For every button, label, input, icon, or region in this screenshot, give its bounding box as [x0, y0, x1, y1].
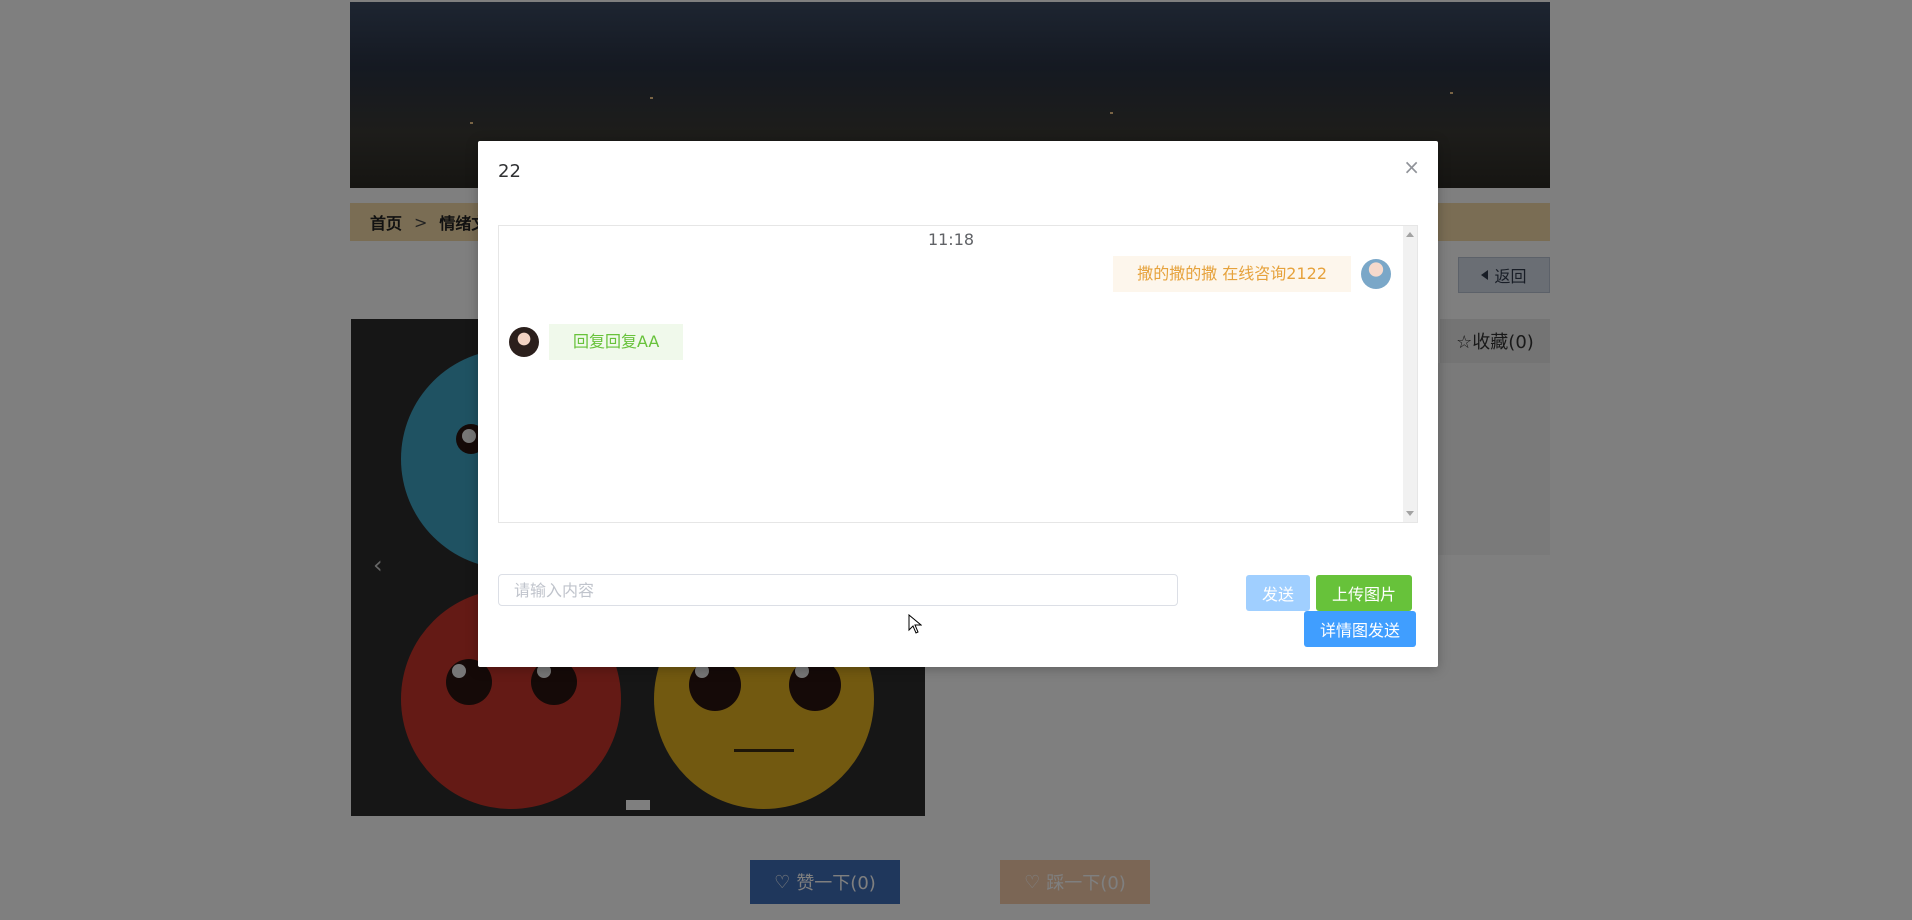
chat-dialog: 22 × 11:18 撒的撒的撒 在线咨询2122 回复回复AA 发送 上传图片…: [478, 141, 1438, 667]
upload-image-button[interactable]: 上传图片: [1316, 575, 1412, 611]
message-bubble: 回复回复AA: [549, 324, 684, 360]
close-icon[interactable]: ×: [1403, 157, 1420, 177]
message-bubble: 撒的撒的撒 在线咨询2122: [1113, 256, 1351, 292]
chat-scrollbar[interactable]: [1403, 226, 1417, 522]
avatar: [509, 327, 539, 357]
scroll-down-icon[interactable]: [1406, 511, 1414, 516]
detail-image-send-button[interactable]: 详情图发送: [1304, 611, 1416, 647]
message-incoming: 回复回复AA: [509, 324, 684, 360]
page: 首页 > 情绪文 返回 ☆收藏(0) ‹ ♡ 赞一下(0) ♡ 踩一下(0): [0, 0, 1912, 920]
mouse-pointer-icon: [908, 614, 922, 634]
message-outgoing: 撒的撒的撒 在线咨询2122: [1113, 256, 1391, 292]
message-input[interactable]: [498, 574, 1178, 606]
dialog-title: 22: [498, 161, 521, 182]
chat-timestamp: 11:18: [927, 230, 975, 249]
chat-history[interactable]: 11:18 撒的撒的撒 在线咨询2122 回复回复AA: [498, 225, 1418, 523]
avatar: [1361, 259, 1391, 289]
send-button[interactable]: 发送: [1246, 575, 1310, 611]
scroll-up-icon[interactable]: [1406, 232, 1414, 237]
